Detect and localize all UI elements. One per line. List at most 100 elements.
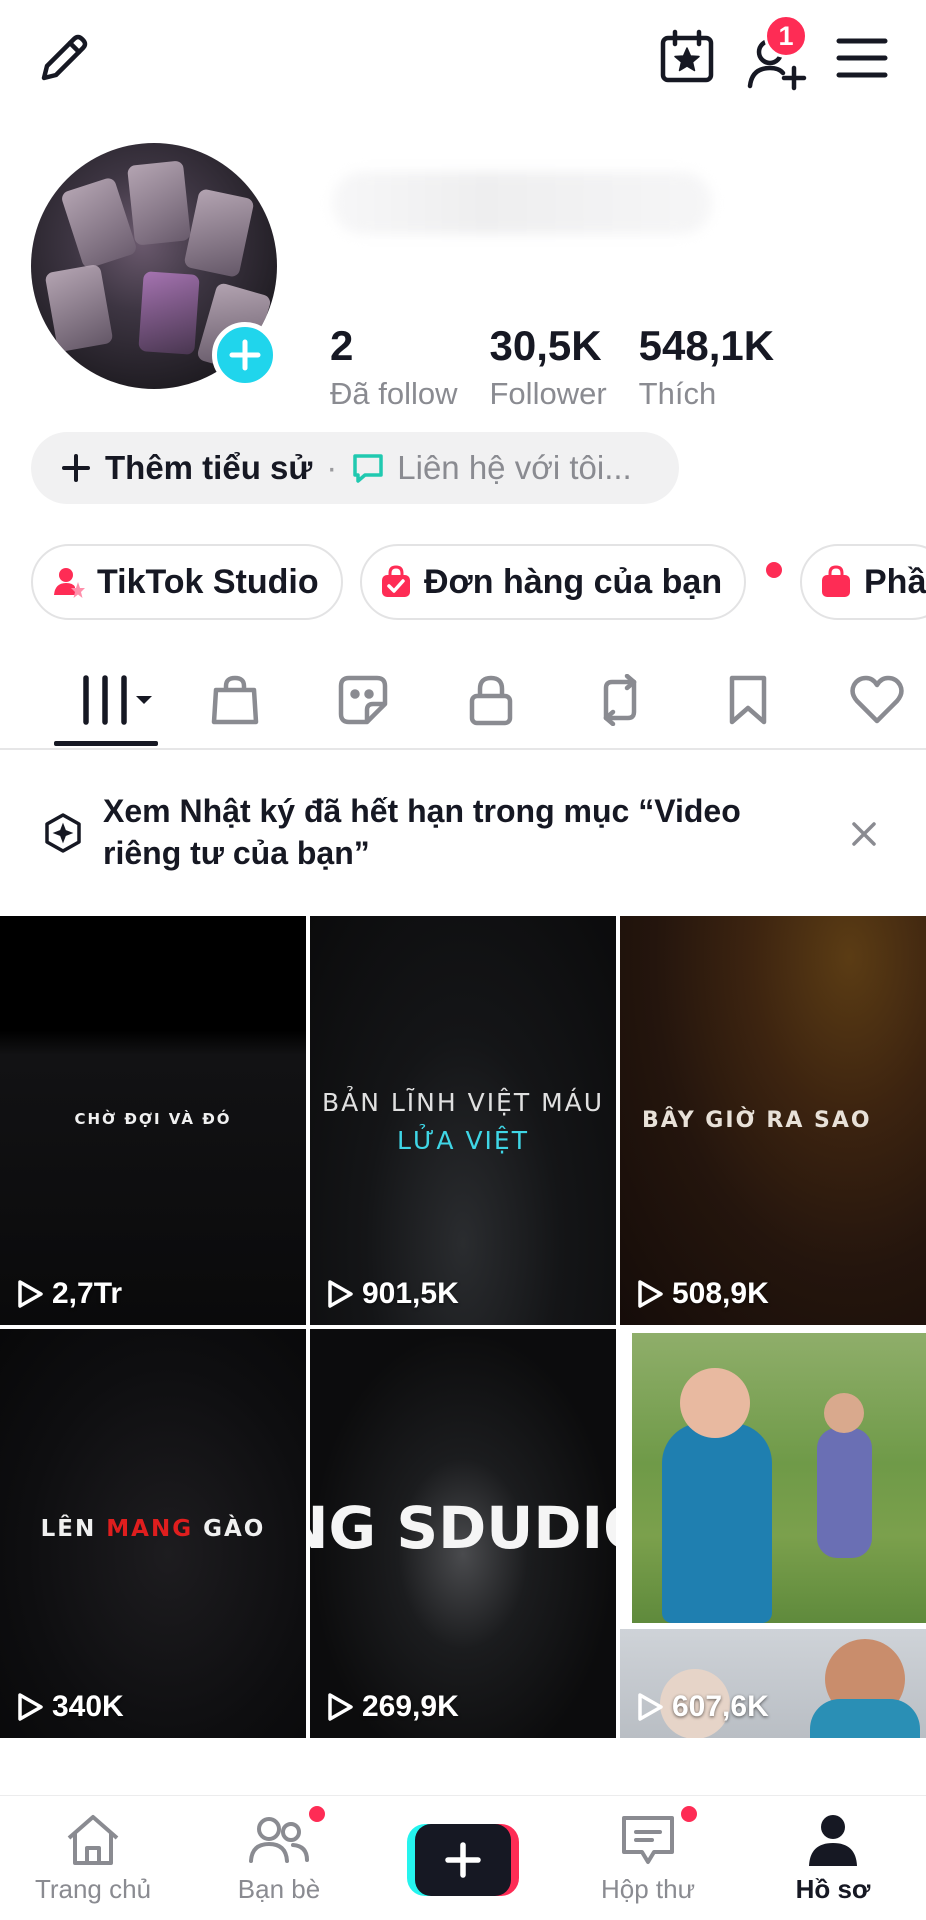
order-bag-icon xyxy=(380,565,412,599)
add-bio-button[interactable]: Thêm tiểu sử xyxy=(105,449,312,487)
video-thumbnail[interactable]: 607,6K xyxy=(620,1329,926,1738)
play-icon xyxy=(18,1693,43,1721)
profile-icon xyxy=(809,1815,857,1866)
home-icon xyxy=(67,1815,119,1865)
view-count-value: 607,6K xyxy=(672,1690,769,1723)
create-plus-icon xyxy=(445,1842,481,1878)
contact-link[interactable]: Liên hệ với tôi... xyxy=(397,449,631,487)
active-tab-indicator xyxy=(54,741,158,746)
content-tabs xyxy=(0,650,926,750)
shop-bag-icon xyxy=(820,565,852,599)
sticker-icon xyxy=(338,675,388,725)
caption-part: GÀO xyxy=(193,1516,266,1542)
friends-notification-dot xyxy=(307,1804,327,1824)
tab-private[interactable] xyxy=(459,670,523,730)
following-stat[interactable]: 2 Đã follow xyxy=(330,322,458,416)
grid-bars-icon xyxy=(83,675,152,725)
view-count: 2,7Tr xyxy=(16,1277,122,1311)
shopping-bag-icon xyxy=(211,675,259,725)
play-icon xyxy=(328,1693,353,1721)
view-count: 607,6K xyxy=(636,1690,769,1724)
tab-reposts[interactable] xyxy=(588,670,652,730)
tiktok-studio-chip[interactable]: TikTok Studio xyxy=(31,544,343,620)
tab-liked[interactable] xyxy=(845,670,909,730)
create-button-core xyxy=(415,1824,511,1896)
likes-count: 548,1K xyxy=(638,322,775,369)
tab-stickers[interactable] xyxy=(331,670,395,730)
notification-badge: 1 xyxy=(764,14,808,58)
followers-label: Follower xyxy=(489,376,607,411)
video-caption: BÂY GIỜ RA SAO xyxy=(642,1108,872,1133)
plus-icon xyxy=(62,454,90,482)
video-caption: CHỜ ĐỢI VÀ ĐÓ xyxy=(74,1110,232,1128)
shortcut-chips: TikTok Studio Đơn hàng của bạn Phầ xyxy=(31,544,926,620)
chip-label: Phầ xyxy=(864,562,926,601)
person-figure xyxy=(680,1368,750,1438)
video-caption: NG SDUDIO xyxy=(310,1494,616,1562)
top-bar: 1 xyxy=(0,0,926,110)
username-blurred xyxy=(332,172,712,234)
bottom-navigation: Trang chủ Bạn bè Hộp thư Hồ sơ xyxy=(0,1795,926,1920)
nav-label: Trang chủ xyxy=(34,1874,152,1904)
followers-count: 30,5K xyxy=(489,322,602,369)
view-count-value: 340K xyxy=(52,1690,124,1723)
calendar-star-icon[interactable] xyxy=(656,26,718,88)
video-thumbnail[interactable]: NG SDUDIO 269,9K xyxy=(310,1329,616,1738)
heart-icon xyxy=(850,675,904,724)
video-thumbnail[interactable]: BÂY GIỜ RA SAO 508,9K xyxy=(620,916,926,1325)
edit-pencil-icon[interactable] xyxy=(34,28,94,88)
orders-chip[interactable]: Đơn hàng của bạn xyxy=(360,544,782,620)
view-count-value: 269,9K xyxy=(362,1690,459,1723)
view-count-value: 2,7Tr xyxy=(52,1277,123,1310)
nav-inbox[interactable]: Hộp thư xyxy=(568,1812,728,1905)
caption-part: LÊN xyxy=(40,1516,107,1542)
inbox-icon xyxy=(622,1816,674,1864)
video-thumbnail[interactable]: BẢN LĨNH VIỆT MÁU LỬA VIỆT 901,5K xyxy=(310,916,616,1325)
studio-icon xyxy=(51,565,85,599)
repost-icon xyxy=(603,674,637,726)
menu-icon[interactable] xyxy=(834,30,890,86)
play-icon xyxy=(328,1280,353,1308)
chip-label: Đơn hàng của bạn xyxy=(424,562,723,601)
video-caption: BẢN LĨNH VIỆT MÁU xyxy=(321,1088,605,1117)
plus-icon xyxy=(229,339,261,371)
following-label: Đã follow xyxy=(330,376,458,411)
followers-stat[interactable]: 30,5K Follower xyxy=(490,322,607,416)
likes-stat[interactable]: 548,1K Thích xyxy=(639,322,774,416)
nav-profile[interactable]: Hồ sơ xyxy=(753,1812,913,1905)
bio-bar[interactable]: Thêm tiểu sử · Liên hệ với tôi... xyxy=(31,432,679,504)
play-icon xyxy=(18,1280,43,1308)
tab-shop[interactable] xyxy=(203,670,267,730)
notice-text: Xem Nhật ký đã hết hạn trong mục “Video … xyxy=(103,793,741,871)
bookmark-icon xyxy=(729,675,767,725)
products-chip[interactable]: Phầ xyxy=(800,544,926,620)
video-caption-highlight: LỬA VIỆT xyxy=(397,1126,529,1155)
tab-videos[interactable] xyxy=(76,670,156,730)
new-order-dot xyxy=(766,562,782,578)
chip-label: TikTok Studio xyxy=(97,562,319,601)
sparkle-icon xyxy=(42,812,84,859)
person-figure xyxy=(817,1428,872,1558)
video-thumbnail[interactable]: LÊN MANG GÀO 340K xyxy=(0,1329,306,1738)
following-count: 2 xyxy=(330,322,354,369)
caption-part-red: MANG xyxy=(106,1516,194,1542)
video-thumbnail[interactable]: CHỜ ĐỢI VÀ ĐÓ 2,7Tr xyxy=(0,916,306,1325)
view-count-value: 901,5K xyxy=(362,1277,459,1310)
view-count: 269,9K xyxy=(326,1690,459,1724)
expired-stories-notice[interactable]: Xem Nhật ký đã hết hạn trong mục “Video … xyxy=(0,752,926,912)
add-avatar-button[interactable] xyxy=(212,322,278,388)
nav-home[interactable]: Trang chủ xyxy=(13,1812,173,1905)
play-icon xyxy=(638,1693,663,1721)
video-frame-park xyxy=(632,1333,926,1623)
person-figure xyxy=(810,1699,920,1738)
close-icon[interactable] xyxy=(848,818,880,850)
avatar-art xyxy=(126,160,192,246)
person-figure xyxy=(824,1393,864,1433)
nav-label: Hộp thư xyxy=(600,1874,695,1904)
tab-favorites[interactable] xyxy=(716,670,780,730)
separator-dot: · xyxy=(326,449,338,486)
view-count: 508,9K xyxy=(636,1277,769,1311)
create-button[interactable] xyxy=(407,1824,519,1896)
likes-label: Thích xyxy=(638,376,717,411)
nav-friends[interactable]: Bạn bè xyxy=(199,1812,359,1905)
